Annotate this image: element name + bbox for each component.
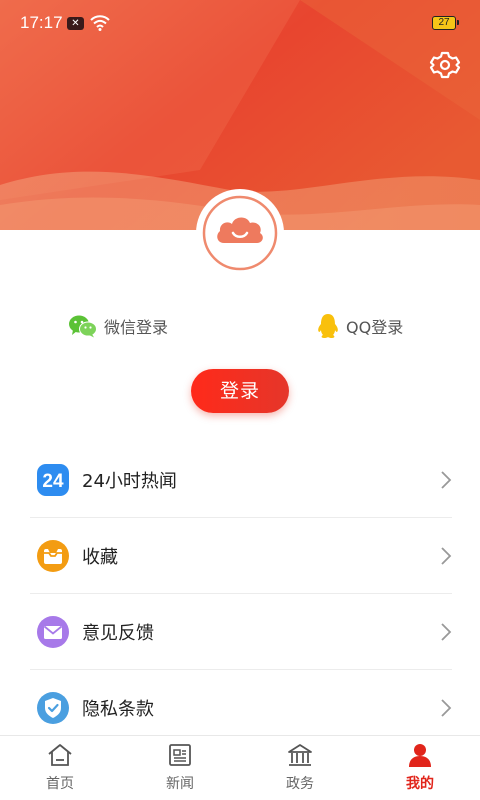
menu-item-label: 24小时热闻	[82, 470, 177, 492]
news-icon	[169, 744, 191, 766]
chevron-right-icon	[441, 699, 452, 717]
home-icon	[48, 744, 72, 766]
tab-government[interactable]: 政务	[240, 736, 360, 800]
tab-label: 我的	[406, 776, 434, 792]
bottom-tab-bar: 首页 新闻 政务 我的	[0, 735, 480, 800]
tab-label: 政务	[286, 776, 314, 792]
chevron-right-icon	[441, 547, 452, 565]
menu-list: 24 24小时热闻 收藏 意见反馈 隐私条款	[30, 442, 452, 746]
battery-icon: 27	[432, 16, 459, 30]
menu-item-label: 隐私条款	[82, 698, 154, 720]
feedback-mail-icon	[37, 615, 69, 648]
menu-item-feedback[interactable]: 意见反馈	[30, 594, 452, 670]
tab-home[interactable]: 首页	[0, 736, 120, 800]
login-button[interactable]: 登录	[191, 369, 289, 413]
menu-item-24h-news[interactable]: 24 24小时热闻	[30, 442, 452, 518]
wechat-login-button[interactable]: 微信登录	[68, 312, 168, 340]
menu-item-favorites[interactable]: 收藏	[30, 518, 452, 594]
wifi-icon	[90, 15, 110, 31]
battery-level: 27	[438, 17, 450, 28]
chevron-right-icon	[441, 623, 452, 641]
cloud-face-icon	[202, 195, 278, 271]
24h-news-icon: 24	[37, 463, 69, 496]
settings-icon[interactable]	[428, 48, 462, 82]
qq-login-label: QQ登录	[346, 318, 404, 337]
favorites-box-icon	[37, 539, 69, 572]
menu-item-label: 意见反馈	[82, 622, 154, 644]
wechat-icon	[69, 315, 97, 338]
qq-icon	[318, 314, 338, 338]
profile-icon	[409, 744, 431, 767]
wechat-login-label: 微信登录	[104, 318, 169, 337]
svg-text:24: 24	[42, 471, 64, 492]
government-icon	[288, 744, 312, 766]
avatar[interactable]	[200, 193, 280, 273]
chevron-right-icon	[441, 471, 452, 489]
status-bar: 17:17 ✕ 27	[0, 0, 480, 48]
profile-page: 17:17 ✕ 27 微信登录 QQ登录 登录 24 24小时热闻 收藏 意见反…	[0, 0, 480, 800]
tab-label: 首页	[46, 776, 74, 792]
menu-item-label: 收藏	[82, 546, 118, 568]
privacy-shield-icon	[37, 691, 69, 724]
status-time: 17:17	[20, 13, 63, 32]
tab-news[interactable]: 新闻	[120, 736, 240, 800]
notification-icon: ✕	[67, 17, 84, 30]
qq-login-button[interactable]: QQ登录	[316, 312, 403, 340]
tab-profile[interactable]: 我的	[360, 736, 480, 800]
tab-label: 新闻	[166, 776, 194, 792]
